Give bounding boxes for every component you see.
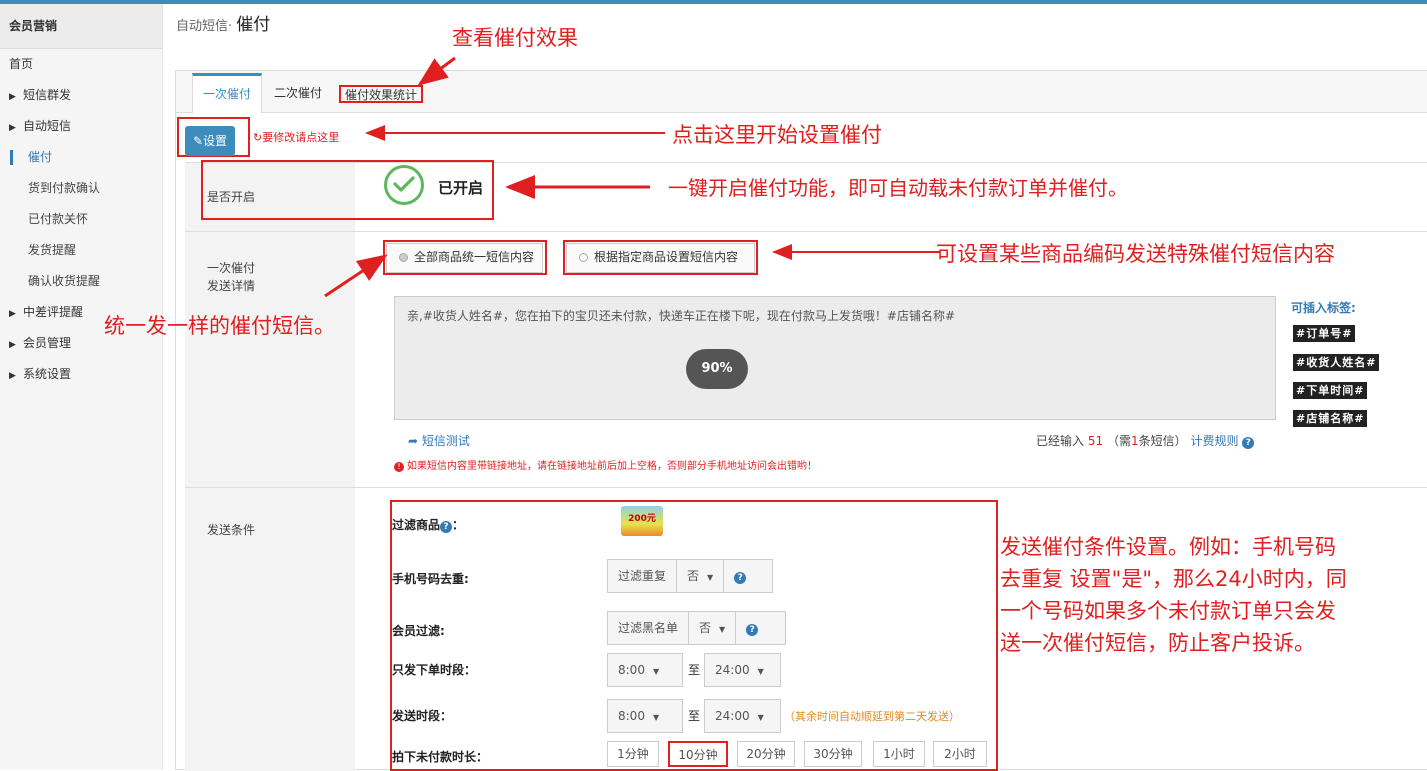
annotation-same-sms: 统一发一样的催付短信。: [104, 314, 335, 338]
annotation-conditions: 发送催付条件设置。例如：手机号码 去重复 设置"是"，那么24小时内，同 一个号…: [1000, 531, 1347, 659]
annotation-cond-line1: 发送催付条件设置。例如：手机号码: [1000, 535, 1336, 559]
arrow-view-effect: [417, 56, 456, 86]
annotation-view-effect: 查看催付效果: [452, 26, 578, 50]
annotation-special-sms: 可设置某些商品编码发送特殊催付短信内容: [936, 242, 1335, 266]
annotation-click-setup: 点击这里开始设置催付: [672, 123, 882, 147]
annotation-cond-line3: 一个号码如果多个未付款订单只会发: [1000, 599, 1336, 623]
annotation-cond-line4: 送一次催付短信，防止客户投诉。: [1000, 631, 1315, 655]
annotation-cond-line2: 去重复 设置"是"，那么24小时内，同: [1000, 567, 1347, 591]
annotation-one-click: 一键开启催付功能，即可自动载未付款订单并催付。: [668, 176, 1128, 200]
arrow-same-sms: [324, 254, 388, 298]
